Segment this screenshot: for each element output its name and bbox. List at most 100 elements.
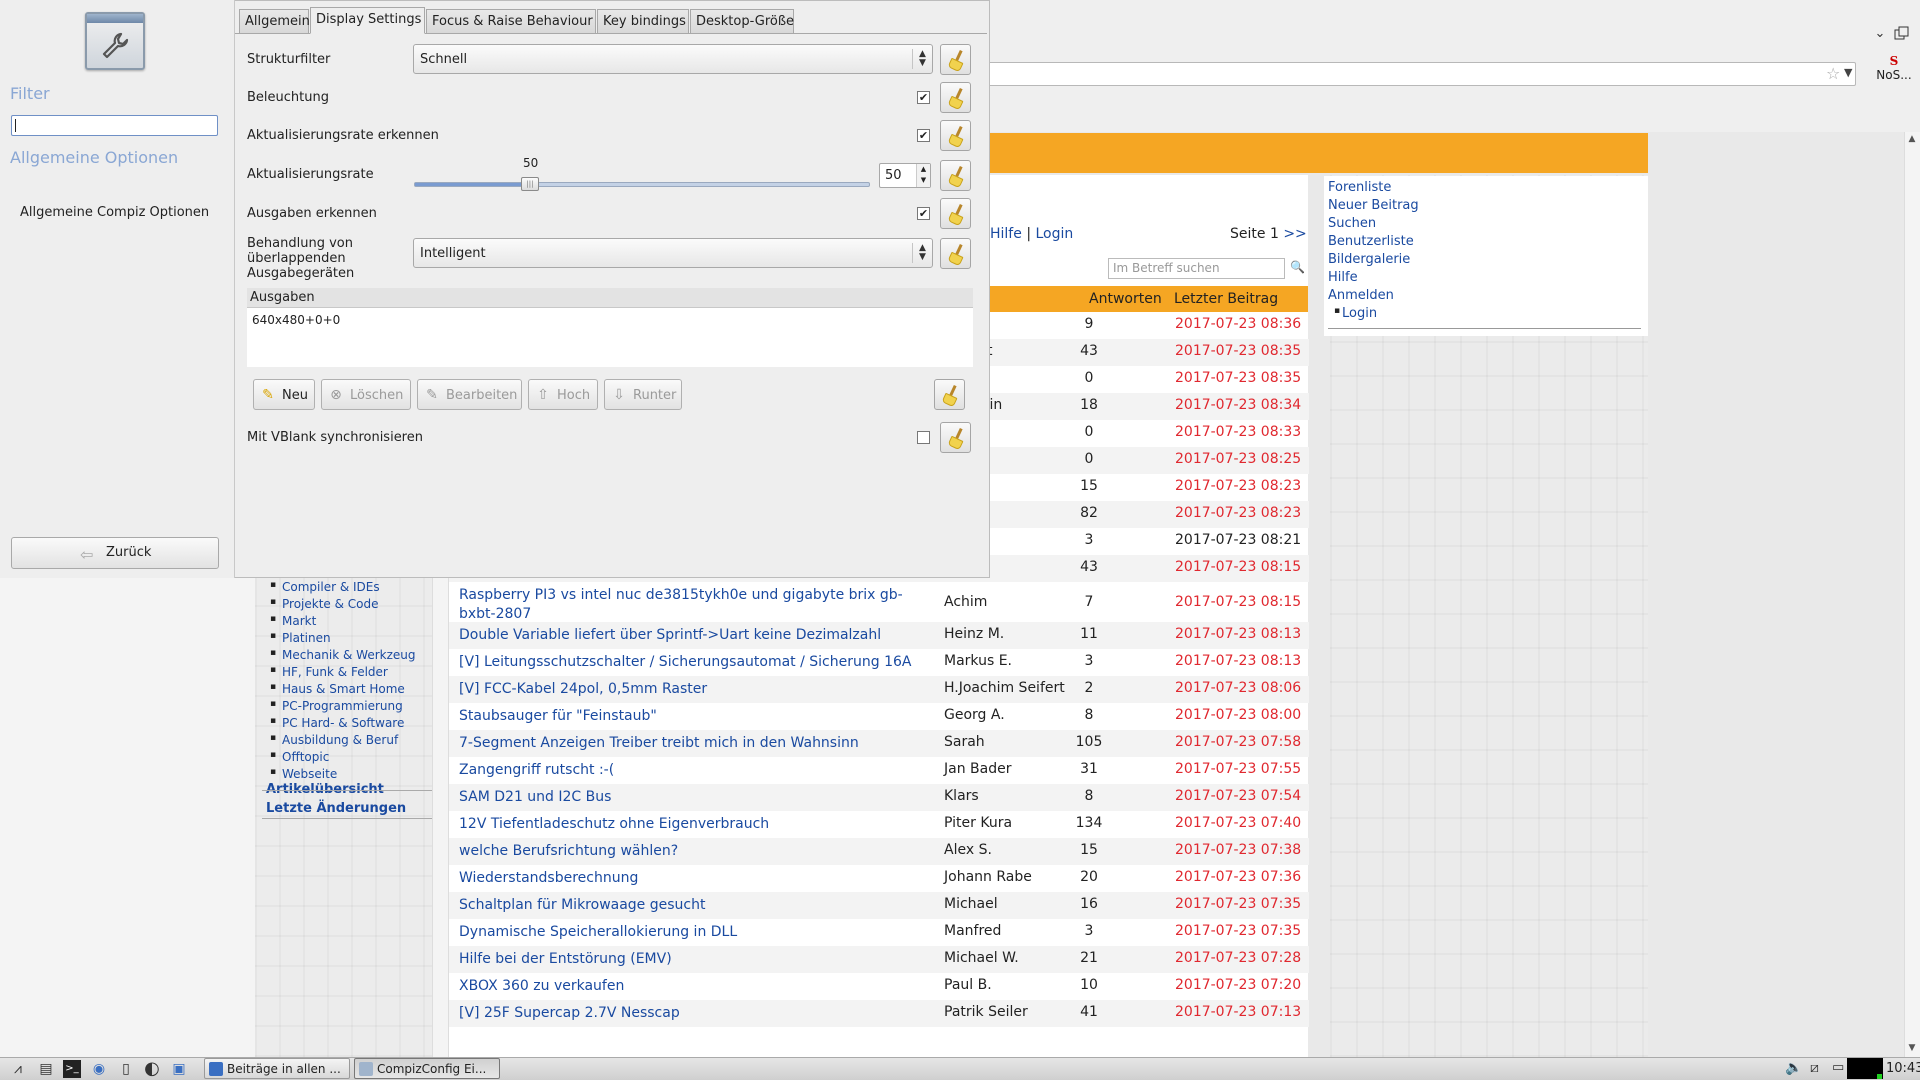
new-output-button[interactable]: ✎ Neu xyxy=(253,379,315,410)
topic-link[interactable]: Hilfe bei der Entstörung (EMV) xyxy=(459,950,919,969)
board-link-compiler-ides[interactable]: Compiler & IDEs xyxy=(270,580,380,594)
last-post-date[interactable]: 2017-07-23 07:55 xyxy=(1175,761,1301,777)
last-post-date[interactable]: 2017-07-23 08:15 xyxy=(1175,559,1301,575)
nav-link-neuer-beitrag[interactable]: Neuer Beitrag xyxy=(1328,198,1419,213)
search-icon[interactable]: 🔍 xyxy=(1290,260,1305,274)
topic-link[interactable]: Staubsauger für "Feinstaub" xyxy=(459,707,919,726)
move-down-button[interactable]: ⇩ Runter xyxy=(604,379,682,410)
last-post-date[interactable]: 2017-07-23 08:35 xyxy=(1175,343,1301,359)
last-post-date[interactable]: 2017-07-23 08:25 xyxy=(1175,451,1301,467)
last-post-date[interactable]: 2017-07-23 07:35 xyxy=(1175,923,1301,939)
url-bar[interactable] xyxy=(988,62,1856,86)
detect-refresh-rate-checkbox[interactable]: ✔ xyxy=(917,129,930,142)
network-icon[interactable]: ⧄ xyxy=(1810,1060,1819,1076)
tab-list-chevron-icon[interactable]: ⌄ xyxy=(1872,26,1888,42)
delete-output-button[interactable]: ⊗ Löschen xyxy=(321,379,411,410)
topic-link[interactable]: 7-Segment Anzeigen Treiber treibt mich i… xyxy=(459,734,919,753)
reset-detect-outputs-button[interactable] xyxy=(940,198,971,229)
last-post-date[interactable]: 2017-07-23 07:13 xyxy=(1175,1004,1301,1020)
subject-search-input[interactable]: Im Betreff suchen xyxy=(1108,258,1285,279)
task-ccsm[interactable]: CompizConfig Ei... xyxy=(354,1058,500,1079)
topic-link[interactable]: 12V Tiefentladeschutz ohne Eigenverbrauc… xyxy=(459,815,919,834)
file-manager-icon[interactable]: ▤ xyxy=(37,1060,55,1078)
strukturfilter-combo[interactable]: Schnell ▲ ▼ xyxy=(413,44,933,74)
last-post-date[interactable]: 2017-07-23 08:21 xyxy=(1175,532,1301,548)
last-post-date[interactable]: 2017-07-23 07:40 xyxy=(1175,815,1301,831)
topic-link[interactable]: [V] Leitungsschutzschalter / Sicherungsa… xyxy=(459,653,919,672)
last-post-date[interactable]: 2017-07-23 07:35 xyxy=(1175,896,1301,912)
last-post-date[interactable]: 2017-07-23 07:58 xyxy=(1175,734,1301,750)
keyboard-layout-icon[interactable]: ▭ xyxy=(1832,1060,1844,1075)
terminal-icon[interactable]: >_ xyxy=(63,1060,81,1078)
task-browser[interactable]: Beiträge in allen ... xyxy=(204,1058,350,1079)
last-post-date[interactable]: 2017-07-23 08:00 xyxy=(1175,707,1301,723)
nav-link-benutzerliste[interactable]: Benutzerliste xyxy=(1328,234,1414,249)
tab-allgemein[interactable]: Allgemein xyxy=(239,9,310,33)
topic-link[interactable]: [V] 25F Supercap 2.7V Nesscap xyxy=(459,1004,919,1023)
last-post-date[interactable]: 2017-07-23 08:33 xyxy=(1175,424,1301,440)
wiki-link-1[interactable]: Letzte Änderungen xyxy=(266,801,406,816)
tab-key-bindings[interactable]: Key bindings xyxy=(597,9,689,33)
desktop-icon[interactable]: ▣ xyxy=(170,1060,188,1078)
output-item[interactable]: 640x480+0+0 xyxy=(252,313,340,327)
filter-input[interactable] xyxy=(11,115,218,136)
reset-vblank-button[interactable] xyxy=(940,422,971,453)
column-header-last-post[interactable]: Letzter Beitrag xyxy=(1174,291,1278,307)
board-link-pc-hard-software[interactable]: PC Hard- & Software xyxy=(270,716,404,730)
move-up-button[interactable]: ⇧ Hoch xyxy=(528,379,598,410)
tab-overview-icon[interactable] xyxy=(1894,26,1910,42)
refresh-rate-slider-handle[interactable]: ||| xyxy=(521,177,539,191)
nav-link-suchen[interactable]: Suchen xyxy=(1328,216,1376,231)
nav-link-anmelden[interactable]: Anmelden xyxy=(1328,288,1394,303)
last-post-date[interactable]: 2017-07-23 08:23 xyxy=(1175,478,1301,494)
next-page-link[interactable]: >> xyxy=(1283,226,1306,242)
scroll-up-arrow-icon[interactable]: ▲ xyxy=(1906,134,1918,144)
login-link[interactable]: Login xyxy=(1035,226,1073,242)
reset-detect-refresh-rate-button[interactable] xyxy=(940,120,971,151)
topic-link[interactable]: Zangengriff rutscht :-( xyxy=(459,761,919,780)
browser-icon[interactable]: ◉ xyxy=(90,1060,108,1078)
detect-outputs-checkbox[interactable]: ✔ xyxy=(917,207,930,220)
volume-icon[interactable]: 🔈 xyxy=(1785,1060,1802,1076)
tab-desktop-gr-e[interactable]: Desktop-Größe xyxy=(690,9,794,33)
topic-link[interactable]: Dynamische Speicherallokierung in DLL xyxy=(459,923,919,942)
reset-strukturfilter-button[interactable] xyxy=(940,44,971,75)
reset-overlap-handling-button[interactable] xyxy=(940,238,971,269)
back-button[interactable]: ⇦ Zurück xyxy=(11,537,219,569)
last-post-date[interactable]: 2017-07-23 08:06 xyxy=(1175,680,1301,696)
last-post-date[interactable]: 2017-07-23 07:36 xyxy=(1175,869,1301,885)
last-post-date[interactable]: 2017-07-23 07:54 xyxy=(1175,788,1301,804)
nav-link-forenliste[interactable]: Forenliste xyxy=(1328,180,1391,195)
board-link-webseite[interactable]: Webseite xyxy=(270,767,337,781)
topic-link[interactable]: [V] FCC-Kabel 24pol, 0,5mm Raster xyxy=(459,680,919,699)
reset-beleuchtung-button[interactable] xyxy=(940,82,971,113)
edit-output-button[interactable]: ✎ Bearbeiten xyxy=(417,379,522,410)
topic-link[interactable]: Double Variable liefert über Sprintf->Ua… xyxy=(459,626,919,645)
last-post-date[interactable]: 2017-07-23 08:13 xyxy=(1175,626,1301,642)
url-history-dropdown-icon[interactable]: ▼ xyxy=(1844,66,1852,79)
last-post-date[interactable]: 2017-07-23 07:28 xyxy=(1175,950,1301,966)
board-link-mechanik-werkzeug[interactable]: Mechanik & Werkzeug xyxy=(270,648,415,662)
bookmark-star-icon[interactable]: ☆ xyxy=(1826,64,1840,83)
vblank-checkbox[interactable] xyxy=(917,431,930,444)
last-post-date[interactable]: 2017-07-23 08:34 xyxy=(1175,397,1301,413)
outputs-list-header[interactable]: Ausgaben xyxy=(247,288,973,308)
page-scrollbar[interactable] xyxy=(1904,132,1920,1057)
reset-outputs-button[interactable] xyxy=(934,379,965,410)
spin-arrows-icon[interactable]: ▲ ▼ xyxy=(916,164,930,187)
start-menu-icon[interactable]: ⩘ xyxy=(4,1060,32,1078)
topic-link[interactable]: Wiederstandsberechnung xyxy=(459,869,919,888)
plugin-item-general-compiz-options[interactable]: Allgemeine Compiz Optionen xyxy=(20,205,220,220)
nav-link-hilfe[interactable]: Hilfe xyxy=(1328,270,1358,285)
column-header-replies[interactable]: Antworten xyxy=(1089,291,1162,307)
topic-link[interactable]: SAM D21 und I2C Bus xyxy=(459,788,919,807)
last-post-date[interactable]: 2017-07-23 08:15 xyxy=(1175,594,1301,610)
scroll-down-arrow-icon[interactable]: ▼ xyxy=(1906,1043,1918,1053)
board-link-haus-smart-home[interactable]: Haus & Smart Home xyxy=(270,682,405,696)
overlap-handling-combo[interactable]: Intelligent ▲ ▼ xyxy=(413,238,933,268)
last-post-date[interactable]: 2017-07-23 07:20 xyxy=(1175,977,1301,993)
board-link-ausbildung-beruf[interactable]: Ausbildung & Beruf xyxy=(270,733,398,747)
board-link-pc-programmierung[interactable]: PC-Programmierung xyxy=(270,699,403,713)
board-link-projekte-code[interactable]: Projekte & Code xyxy=(270,597,378,611)
topic-link[interactable]: welche Berufsrichtung wählen? xyxy=(459,842,919,861)
